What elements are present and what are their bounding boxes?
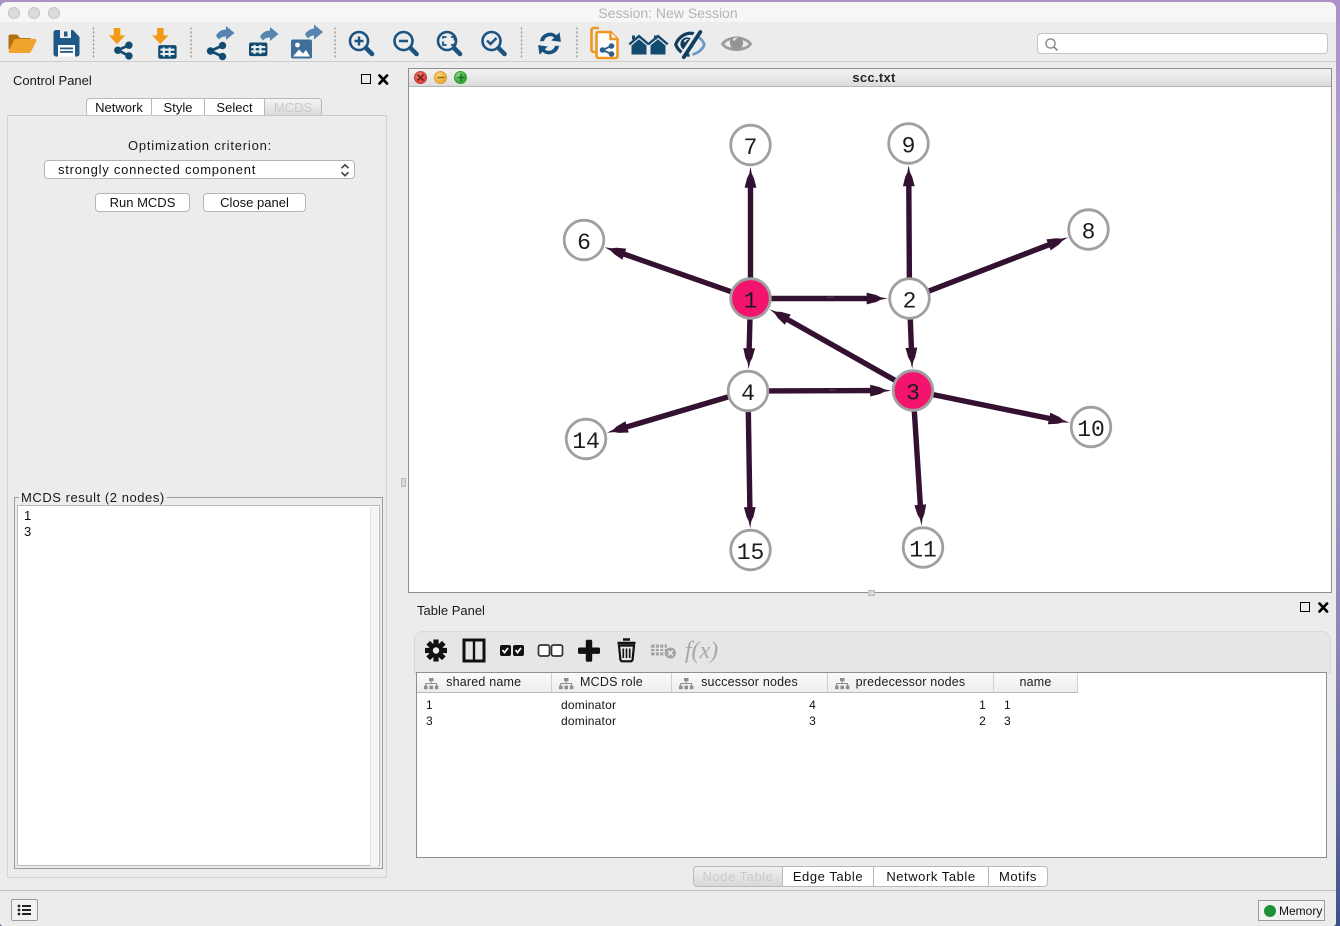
svg-text:15: 15 [737, 540, 765, 566]
svg-text:14: 14 [572, 429, 600, 455]
svg-text:2: 2 [903, 289, 917, 315]
svg-text:11: 11 [909, 538, 937, 564]
svg-text:8: 8 [1082, 220, 1096, 246]
svg-text:1: 1 [744, 289, 758, 315]
svg-text:3: 3 [906, 381, 920, 407]
svg-text:7: 7 [744, 135, 758, 161]
svg-text:4: 4 [741, 381, 755, 407]
svg-text:9: 9 [902, 134, 916, 160]
svg-text:6: 6 [577, 230, 591, 256]
svg-text:Memory: Memory [1279, 904, 1322, 918]
svg-text:10: 10 [1077, 417, 1105, 443]
svg-text:f(x): f(x) [684, 638, 717, 664]
